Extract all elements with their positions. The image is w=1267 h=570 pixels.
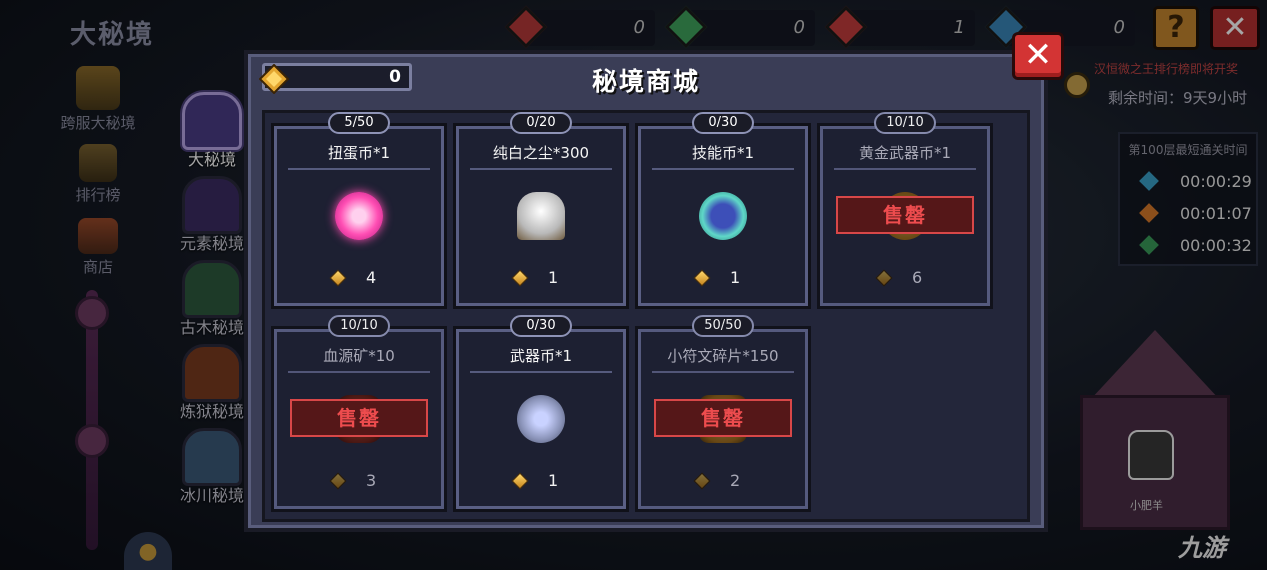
shop-item-card[interactable]: 50/50 小符文碎片*150 售罄 2 <box>635 315 811 512</box>
white-dust-icon <box>517 192 565 240</box>
orange-gem-icon <box>511 472 529 490</box>
divider <box>470 371 612 373</box>
item-name: 黄金武器币*1 <box>858 144 952 162</box>
item-name: 小符文碎片*150 <box>667 347 779 365</box>
soldout-badge: 售罄 <box>836 196 974 234</box>
price-value: 1 <box>730 268 741 287</box>
item-name: 技能币*1 <box>691 144 755 162</box>
item-price: 1 <box>638 268 808 290</box>
shop-item-card[interactable]: 10/10 血源矿*10 售罄 3 <box>271 315 447 512</box>
price-value: 1 <box>548 471 559 490</box>
price-value: 1 <box>548 268 559 287</box>
purchase-limit: 10/10 <box>874 112 936 134</box>
orange-gem-icon <box>693 472 711 490</box>
close-button[interactable]: ✕ <box>1012 32 1064 80</box>
orange-gem-icon <box>329 472 347 490</box>
soldout-badge: 售罄 <box>654 399 792 437</box>
item-price: 3 <box>274 471 444 493</box>
shop-item-card[interactable]: 0/30 武器币*1 1 <box>453 315 629 512</box>
item-price: 2 <box>638 471 808 493</box>
item-price: 1 <box>456 268 626 290</box>
orange-gem-icon <box>511 269 529 287</box>
item-name: 武器币*1 <box>509 347 573 365</box>
divider <box>470 168 612 170</box>
shop-item-card[interactable]: 0/30 技能币*1 1 <box>635 112 811 309</box>
divider <box>652 168 794 170</box>
shop-modal: 0 秘境商城 ✕ 5/50 扭蛋币*1 4 0/20 纯白之尘*300 1 0/30 技能币*… <box>244 32 1064 532</box>
purchase-limit: 0/30 <box>510 315 572 337</box>
weapon-coin-icon <box>517 395 565 443</box>
orange-gem-icon <box>329 269 347 287</box>
item-name: 纯白之尘*300 <box>492 144 590 162</box>
item-name: 扭蛋币*1 <box>327 144 391 162</box>
shop-item-card[interactable]: 5/50 扭蛋币*1 4 <box>271 112 447 309</box>
purchase-limit: 10/10 <box>328 315 390 337</box>
purchase-limit: 50/50 <box>692 315 754 337</box>
modal-header: 0 秘境商城 ✕ <box>248 32 1064 98</box>
orange-gem-icon <box>875 269 893 287</box>
divider <box>834 168 976 170</box>
shop-item-card[interactable]: 0/20 纯白之尘*300 1 <box>453 112 629 309</box>
shop-item-card[interactable]: 10/10 黄金武器币*1 售罄 6 <box>817 112 993 309</box>
price-value: 4 <box>366 268 377 287</box>
gacha-coin-icon <box>335 192 383 240</box>
purchase-limit: 0/30 <box>692 112 754 134</box>
shop-title: 秘境商城 <box>591 67 700 96</box>
price-value: 6 <box>912 268 923 287</box>
skill-coin-icon <box>699 192 747 240</box>
item-price: 1 <box>456 471 626 493</box>
item-name: 血源矿*10 <box>323 347 395 365</box>
divider <box>288 168 430 170</box>
divider <box>288 371 430 373</box>
orange-gem-icon <box>693 269 711 287</box>
price-value: 2 <box>730 471 741 490</box>
purchase-limit: 0/20 <box>510 112 572 134</box>
item-price: 6 <box>820 268 990 290</box>
item-grid: 5/50 扭蛋币*1 4 0/20 纯白之尘*300 1 0/30 技能币*1 1 10/10 黄金… <box>262 110 1030 522</box>
price-value: 3 <box>366 471 377 490</box>
purchase-limit: 5/50 <box>328 112 390 134</box>
item-price: 4 <box>274 268 444 290</box>
divider <box>652 371 794 373</box>
soldout-badge: 售罄 <box>290 399 428 437</box>
